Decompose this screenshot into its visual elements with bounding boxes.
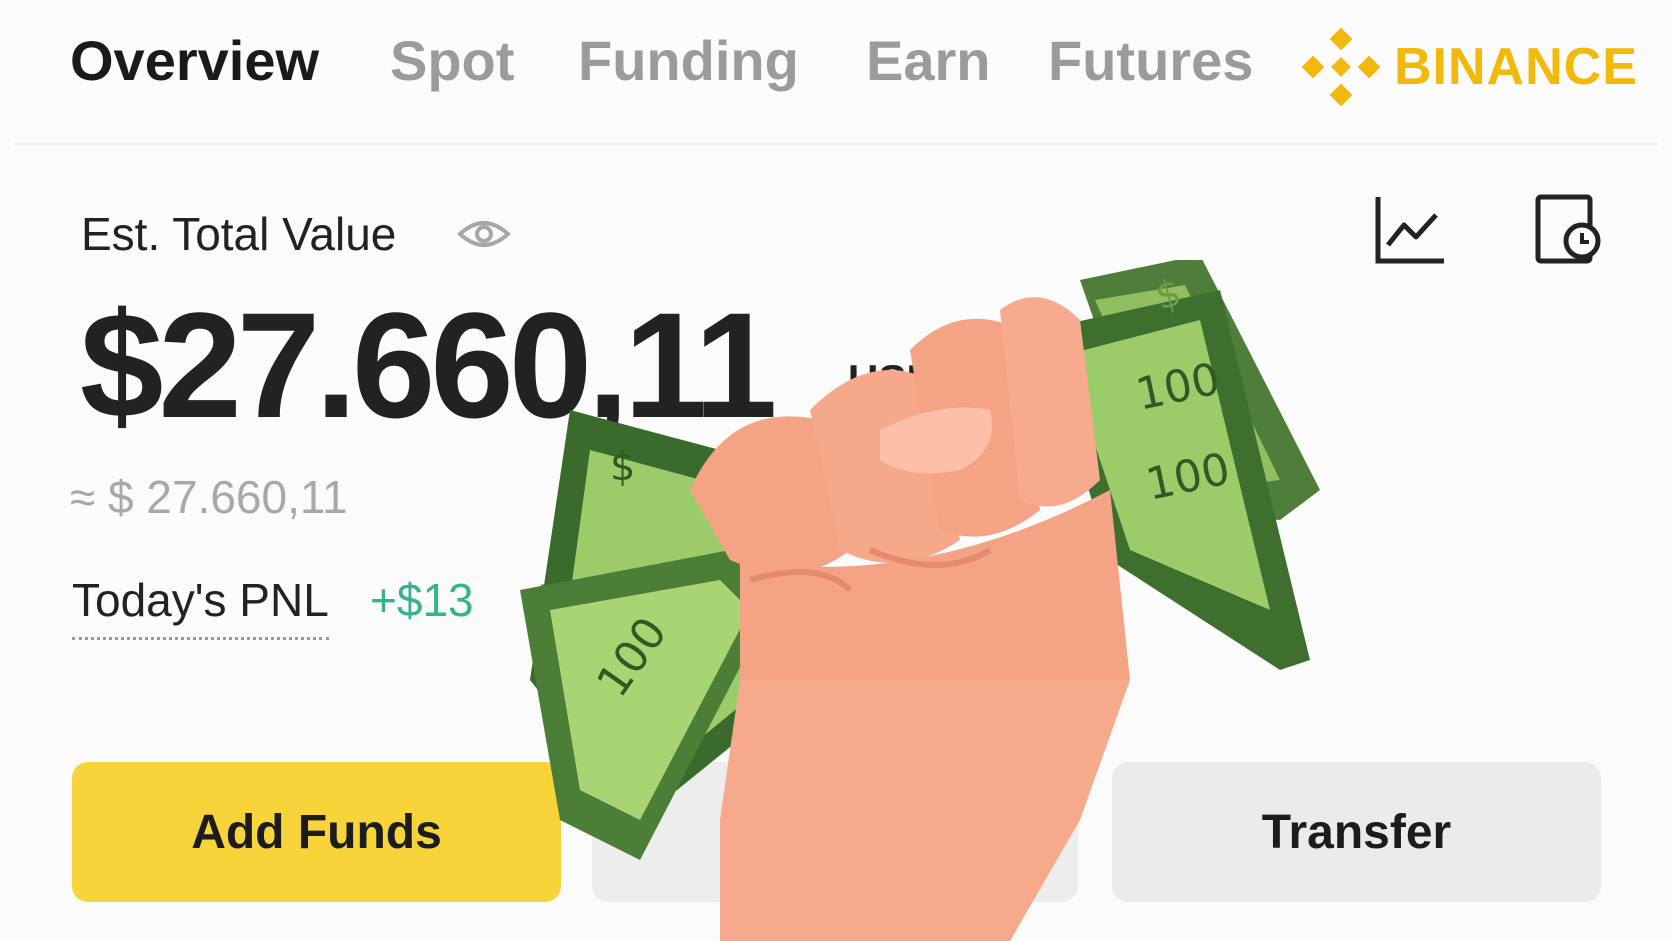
history-icon[interactable] <box>1534 193 1602 265</box>
todays-pnl-value: +$13 <box>370 574 474 626</box>
est-total-value-label: Est. Total Value <box>81 208 397 260</box>
brand-name: BINANCE <box>1394 38 1638 96</box>
binance-logo: BINANCE <box>1300 26 1638 108</box>
eye-icon[interactable] <box>456 212 512 256</box>
nav-divider <box>14 143 1658 145</box>
todays-pnl-label[interactable]: Today's PNL <box>72 573 329 640</box>
approx-value: ≈ $ 27.660,11 <box>70 471 348 523</box>
tab-spot[interactable]: Spot <box>390 26 514 96</box>
binance-diamond-icon <box>1301 27 1381 107</box>
fist-icon <box>690 297 1130 941</box>
tab-overview[interactable]: Overview <box>70 26 319 96</box>
bill-dollar-sign-2: $ <box>610 444 635 490</box>
add-funds-label: Add Funds <box>191 805 442 859</box>
tab-futures[interactable]: Futures <box>1048 26 1253 96</box>
tab-funding[interactable]: Funding <box>578 26 799 96</box>
tab-earn[interactable]: Earn <box>866 26 991 96</box>
add-funds-button[interactable]: Add Funds <box>72 762 561 902</box>
fist-with-cash-illustration: 100 100 $ 100 $ <box>520 260 1320 941</box>
line-chart-icon[interactable] <box>1374 195 1446 265</box>
